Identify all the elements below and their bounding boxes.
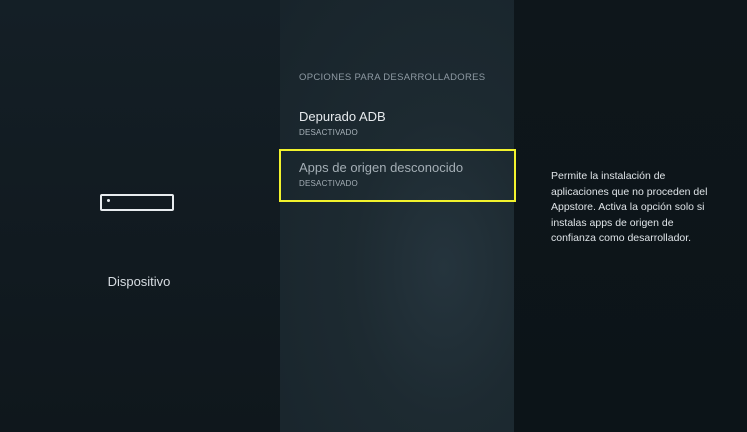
options-panel xyxy=(280,0,514,432)
menu-item-unknown-sources[interactable]: Apps de origen desconocido DESACTIVADO xyxy=(279,149,516,202)
category-panel: Dispositivo xyxy=(0,0,280,432)
device-icon xyxy=(100,194,174,211)
settings-screen: Dispositivo OPCIONES PARA DESARROLLADORE… xyxy=(0,0,747,432)
menu-item-adb-debugging[interactable]: Depurado ADB DESACTIVADO xyxy=(280,109,514,137)
section-header: OPCIONES PARA DESARROLLADORES xyxy=(299,72,486,83)
device-icon-dot xyxy=(107,199,110,202)
menu-item-status: DESACTIVADO xyxy=(299,128,358,137)
menu-item-status: DESACTIVADO xyxy=(299,179,358,188)
menu-item-title: Apps de origen desconocido xyxy=(299,160,464,175)
option-description: Permite la instalación de aplicaciones q… xyxy=(551,170,708,244)
category-label[interactable]: Dispositivo xyxy=(0,274,278,289)
menu-item-title: Depurado ADB xyxy=(299,109,386,124)
